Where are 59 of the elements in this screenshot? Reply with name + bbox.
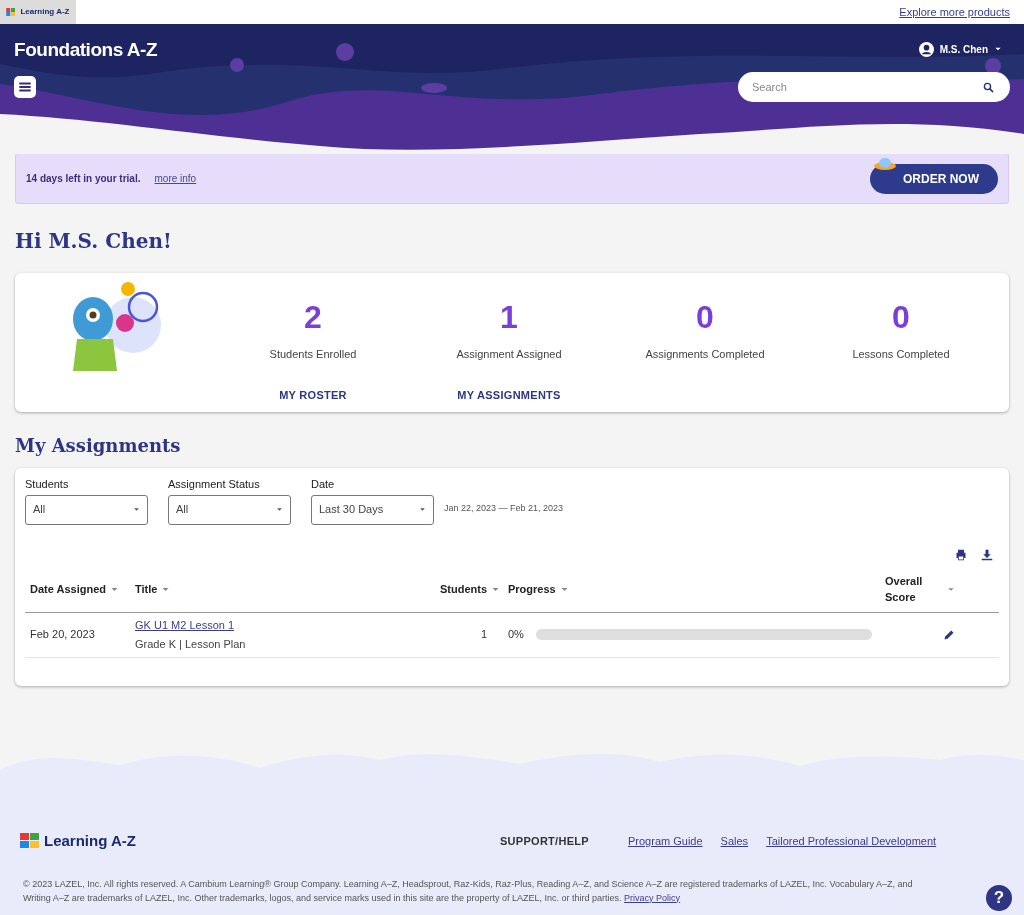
privacy-link[interactable]: Privacy Policy: [624, 892, 681, 903]
stat-link[interactable]: MY ROSTER: [279, 386, 347, 403]
filter-label: Assignment Status: [168, 477, 261, 492]
filter-label: Students: [25, 477, 70, 492]
support-heading: SUPPORT/HELP: [500, 834, 590, 849]
explore-link[interactable]: Explore more products: [899, 3, 1010, 21]
brand-name: Learning A-Z: [20, 6, 70, 18]
lesson-link[interactable]: GK U1 M2 Lesson 1: [135, 617, 235, 634]
footer-logo[interactable]: Learning A-Z: [20, 830, 500, 853]
column-header[interactable]: Students: [439, 580, 487, 598]
download-icon[interactable]: [981, 548, 993, 561]
more-info-link[interactable]: more info: [154, 171, 197, 186]
legal-text: © 2023 LAZEL, Inc. All rights reserved. A Cambium Learning® Group Company. Learning A–Z, Headsprout, Raz-Kids, Raz-Plus, Reading A–Z, and Science A–Z are registered trademarks of LAZEL, Inc. Vocabulary A–Z, and Writing A–Z are trademarks of LAZEL, Inc. Other trademarks, logos, and service marks used in this site are the property of LAZEL, Inc. or third parties. Privacy Policy: [22, 877, 914, 905]
stat-link[interactable]: MY ASSIGNMENTS: [457, 386, 561, 403]
caret-icon: [419, 506, 426, 513]
stat-number: 0: [696, 299, 714, 335]
stat-number: 2: [304, 299, 322, 335]
footer-link[interactable]: Sales: [720, 833, 749, 850]
column-header[interactable]: Title: [135, 580, 158, 598]
section-heading: My Assignments: [15, 434, 182, 458]
filter-label: Date: [311, 477, 336, 492]
footer-link[interactable]: Program Guide: [628, 833, 703, 850]
greeting-heading: Hi M.S. Chen!: [15, 228, 173, 254]
caret-icon: [994, 45, 1002, 53]
product-logo[interactable]: Foundations A-Z: [14, 38, 158, 62]
filter-dropdown[interactable]: Last 30 Days: [311, 494, 434, 525]
order-now-button[interactable]: ORDER NOW: [870, 163, 998, 194]
menu-icon: [19, 82, 31, 92]
trial-message: 14 days left in your trial.: [26, 172, 141, 186]
stat-label: Lessons Completed: [852, 347, 950, 362]
user-icon: [918, 41, 934, 57]
filter-dropdown[interactable]: All: [168, 494, 291, 525]
user-menu[interactable]: M.S. Chen: [918, 40, 1010, 58]
search-icon[interactable]: [983, 82, 994, 93]
edit-icon[interactable]: [943, 628, 955, 641]
filter-dropdown[interactable]: All: [25, 494, 148, 525]
caret-icon: [133, 506, 140, 513]
stat-label: Assignments Completed: [645, 347, 765, 362]
logo-icon: [20, 833, 40, 850]
caret-icon: [276, 506, 283, 513]
column-header[interactable]: Progress: [508, 580, 556, 598]
column-header[interactable]: Date Assigned: [30, 580, 106, 598]
stat-number: 1: [500, 299, 518, 335]
students-cell-text: 1: [479, 627, 488, 643]
search-field[interactable]: Search: [738, 72, 1010, 102]
logo-icon: [6, 8, 17, 16]
column-header[interactable]: Overall Score: [885, 572, 928, 606]
menu-button[interactable]: [14, 76, 36, 98]
print-icon[interactable]: [955, 548, 967, 561]
footer-link[interactable]: Tailored Professional Development: [766, 833, 937, 850]
date-range: Jan 22, 2023 — Feb 21, 2023: [444, 502, 564, 515]
stat-label: Students Enrolled: [269, 347, 357, 362]
stat-number: 0: [892, 299, 910, 335]
date-cell-text: Feb 20, 2023: [30, 627, 96, 643]
progress-percent: 0%: [508, 627, 524, 643]
brand-tab[interactable]: Learning A-Z: [0, 0, 76, 24]
user-name: M.S. Chen: [939, 42, 988, 57]
stat-label: Assignment Assigned: [456, 347, 562, 362]
lesson-type: Grade K | Lesson Plan: [135, 636, 246, 652]
